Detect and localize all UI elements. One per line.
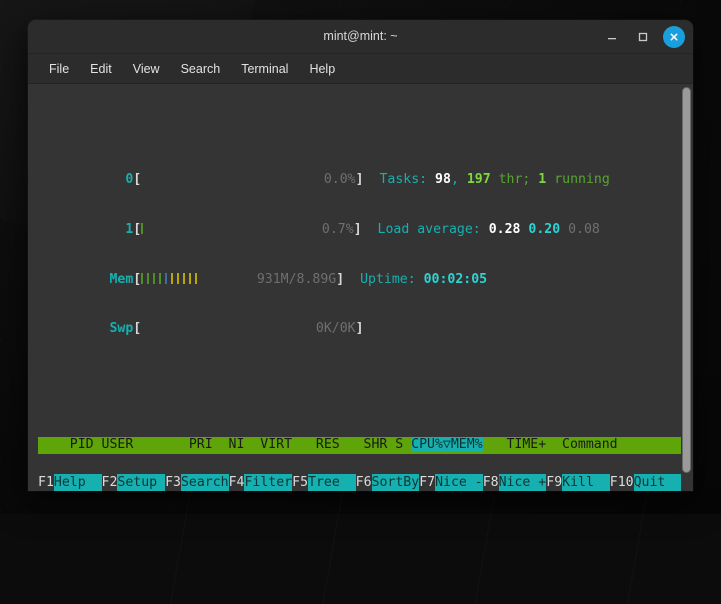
terminal-screen[interactable]: 0[ 0.0%] Tasks: 98, 197 thr; 1 running 1…: [28, 84, 693, 491]
htop-output: 0[ 0.0%] Tasks: 98, 197 thr; 1 running 1…: [38, 89, 681, 491]
fkey-f2-key[interactable]: F2: [102, 474, 118, 491]
memory-meter: Mem[ 931M/8.89G]: [102, 272, 361, 287]
meter-row-cpu0: 0[ 0.0%] Tasks: 98, 197 thr; 1 running: [38, 155, 681, 172]
fkey-f8-label[interactable]: Nice +: [499, 474, 547, 491]
fkey-f10-key[interactable]: F10: [610, 474, 634, 491]
fkey-f1-key[interactable]: F1: [38, 474, 54, 491]
window-titlebar[interactable]: mint@mint: ~: [28, 20, 693, 54]
fkey-f9-label[interactable]: Kill: [562, 474, 610, 491]
fkey-f4-key[interactable]: F4: [229, 474, 245, 491]
spacer-row: [38, 355, 681, 372]
window-title: mint@mint: ~: [28, 20, 693, 53]
meter-row-cpu1: 1[ 0.7%] Load average: 0.28 0.20 0.08: [38, 205, 681, 222]
menu-item-help[interactable]: Help: [300, 59, 344, 79]
summary-load: Load average: 0.28 0.20 0.08: [378, 222, 600, 237]
fkey-f10-label[interactable]: Quit: [634, 474, 682, 491]
meter-row-swap: Swp[ 0K/0K]: [38, 305, 681, 322]
function-key-bar: F1Help F2Setup F3SearchF4FilterF5Tree F6…: [28, 474, 693, 491]
terminal-scrollbar[interactable]: [682, 87, 691, 471]
fkey-f6-label[interactable]: SortBy: [372, 474, 420, 491]
meter-row-mem: Mem[ 931M/8.89G] Uptime: 00:02:05: [38, 255, 681, 272]
fkey-f1-label[interactable]: Help: [54, 474, 102, 491]
cpu1-meter: 1[ 0.7%]: [102, 222, 378, 237]
menu-item-edit[interactable]: Edit: [81, 59, 121, 79]
process-table-header[interactable]: PID USER PRI NI VIRT RES SHR S CPU%▽MEM%…: [38, 437, 681, 454]
fkey-f2-label[interactable]: Setup: [117, 474, 165, 491]
fkey-f5-label[interactable]: Tree: [308, 474, 356, 491]
fkey-f7-key[interactable]: F7: [419, 474, 435, 491]
window-controls: [601, 20, 685, 53]
minimize-button[interactable]: [601, 26, 623, 48]
fkey-f8-key[interactable]: F8: [483, 474, 499, 491]
swap-meter: Swp[ 0K/0K]: [102, 321, 380, 336]
fkey-f9-key[interactable]: F9: [546, 474, 562, 491]
fkey-f4-label[interactable]: Filter: [244, 474, 292, 491]
summary-uptime: Uptime: 00:02:05: [360, 272, 487, 287]
maximize-button[interactable]: [632, 26, 654, 48]
menu-item-terminal[interactable]: Terminal: [232, 59, 297, 79]
fkey-f7-label[interactable]: Nice -: [435, 474, 483, 491]
menu-bar: File Edit View Search Terminal Help: [28, 54, 693, 84]
close-button[interactable]: [663, 26, 685, 48]
scrollbar-thumb[interactable]: [682, 87, 691, 473]
fkey-f6-key[interactable]: F6: [356, 474, 372, 491]
fkey-f5-key[interactable]: F5: [292, 474, 308, 491]
cpu0-meter: 0[ 0.0%]: [102, 172, 380, 187]
menu-item-file[interactable]: File: [40, 59, 78, 79]
menu-item-search[interactable]: Search: [172, 59, 230, 79]
fkey-f3-key[interactable]: F3: [165, 474, 181, 491]
terminal-window: mint@mint: ~ File Edit View Search Termi…: [28, 20, 693, 491]
menu-item-view[interactable]: View: [124, 59, 169, 79]
fkey-f3-label[interactable]: Search: [181, 474, 229, 491]
summary-tasks: Tasks: 98, 197 thr; 1 running: [379, 172, 609, 187]
